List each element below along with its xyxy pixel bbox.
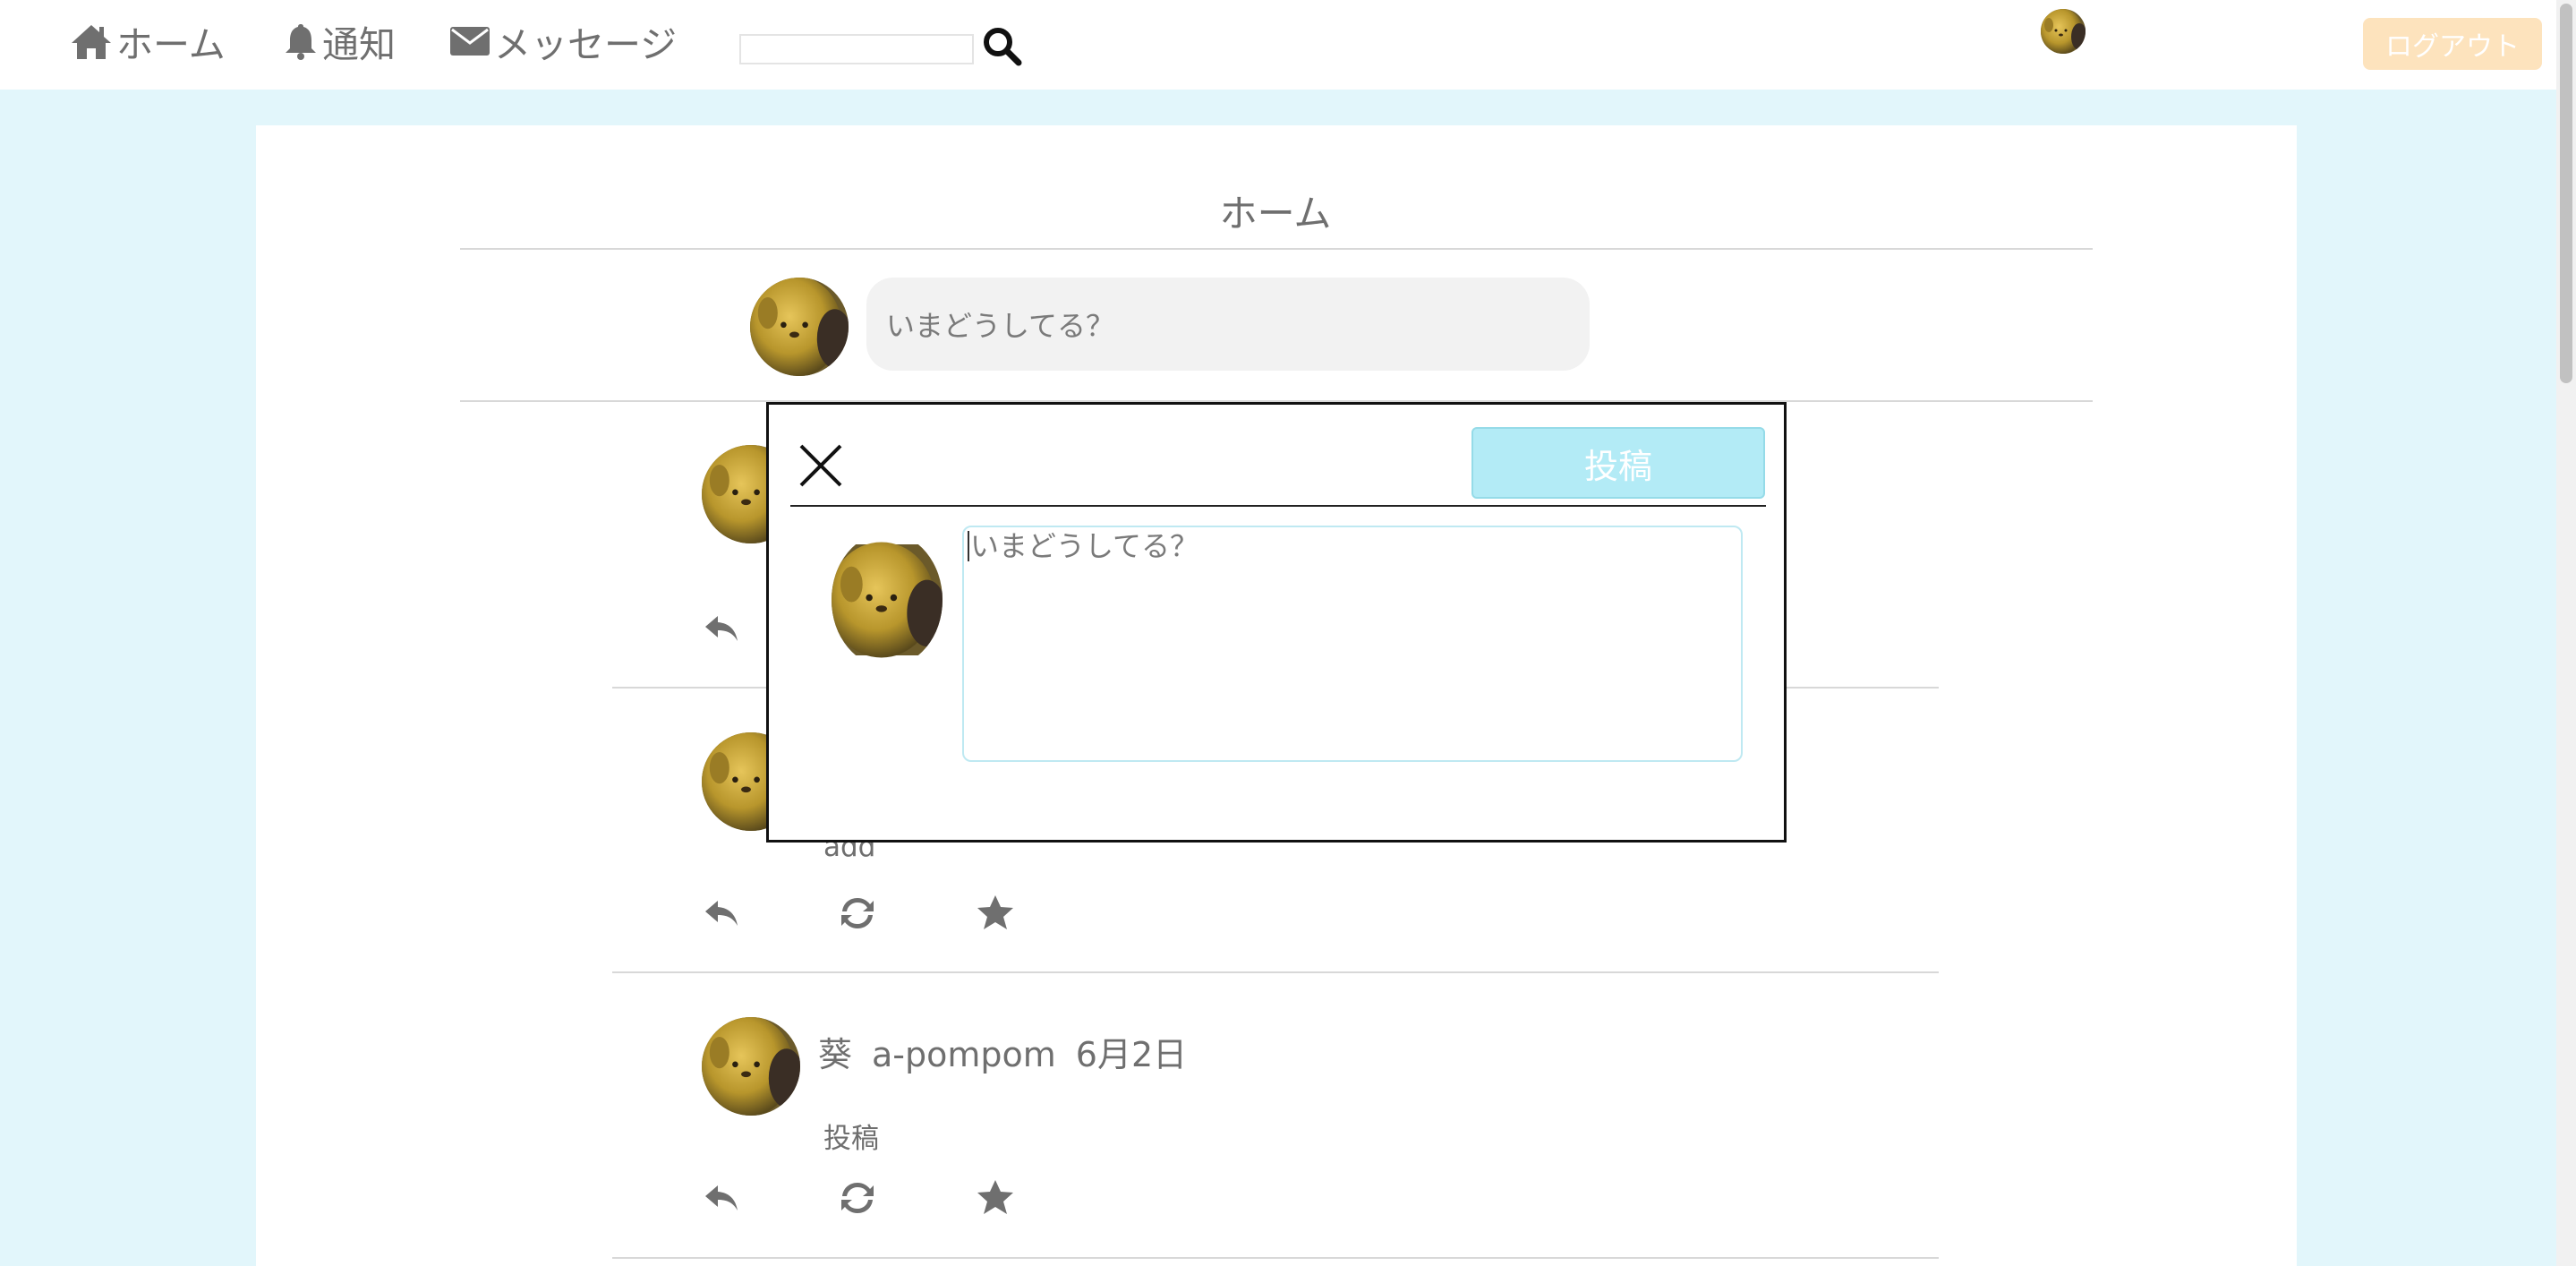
modal-avatar xyxy=(832,533,943,667)
composer-avatar xyxy=(750,278,849,376)
post-date: 6月2日 xyxy=(1075,1035,1188,1074)
nav-messages-label: メッセージ xyxy=(494,23,678,66)
logout-button[interactable]: ログアウト xyxy=(2363,18,2542,70)
post-author-handle: a-pompom xyxy=(872,1035,1056,1074)
top-navbar: ホーム 通知 メッセージ ログアウト xyxy=(0,0,2556,90)
post-author-name: 葵 xyxy=(818,1035,853,1074)
envelope-icon xyxy=(449,25,490,57)
nav-home[interactable]: ホーム xyxy=(70,14,226,68)
home-icon xyxy=(70,21,113,61)
scrollbar-thumb[interactable] xyxy=(2560,4,2572,383)
retweet-icon[interactable] xyxy=(836,892,879,935)
title-divider xyxy=(460,248,2093,250)
reply-icon[interactable] xyxy=(700,607,743,650)
page-title: ホーム xyxy=(1219,192,1332,235)
compose-modal: 投稿 いまどうしてる？ xyxy=(766,402,1787,843)
star-icon[interactable] xyxy=(974,1176,1017,1219)
text-caret xyxy=(968,531,969,561)
post-textarea[interactable]: いまどうしてる？ xyxy=(962,526,1743,762)
reply-icon[interactable] xyxy=(700,892,743,935)
nav-home-label: ホーム xyxy=(116,23,226,66)
post-divider xyxy=(612,1257,1939,1259)
reply-icon[interactable] xyxy=(700,1176,743,1219)
post-avatar[interactable] xyxy=(702,1017,800,1116)
nav-notifications-label: 通知 xyxy=(322,23,396,66)
post-button[interactable]: 投稿 xyxy=(1471,427,1765,499)
compose-input[interactable]: いまどうしてる？ xyxy=(866,278,1590,371)
post-text: 投稿 xyxy=(823,1123,879,1155)
nav-notifications[interactable]: 通知 xyxy=(283,14,396,68)
retweet-icon[interactable] xyxy=(836,1176,879,1219)
close-icon[interactable] xyxy=(796,441,846,491)
search-icon[interactable] xyxy=(979,23,1024,68)
nav-messages[interactable]: メッセージ xyxy=(449,14,677,68)
user-avatar[interactable] xyxy=(2041,9,2086,54)
post-divider xyxy=(612,971,1939,973)
search-input[interactable] xyxy=(739,34,974,64)
post-header: 葵 a-pompom 6月2日 xyxy=(818,1027,1207,1076)
star-icon[interactable] xyxy=(974,892,1017,935)
modal-divider xyxy=(790,505,1766,507)
bell-icon xyxy=(283,21,319,61)
textarea-placeholder: いまどうしてる？ xyxy=(970,529,1199,563)
